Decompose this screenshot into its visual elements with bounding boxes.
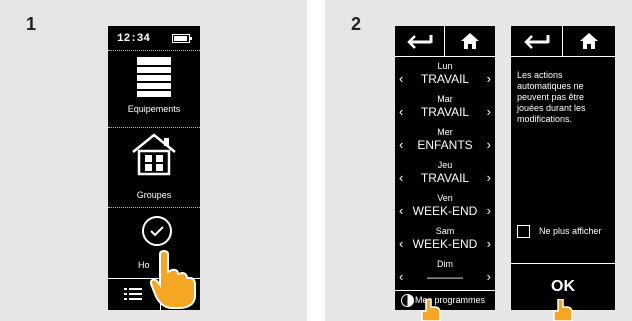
next-arrow-icon[interactable]: ›	[487, 170, 491, 185]
pointing-hand-icon	[150, 250, 196, 309]
list-menu-icon[interactable]	[124, 287, 142, 301]
equipements-item[interactable]: Equipements	[108, 51, 200, 125]
battery-icon	[172, 34, 192, 43]
day-label: Mer	[437, 127, 453, 137]
next-arrow-icon[interactable]: ›	[487, 203, 491, 218]
program-value: TRAVAIL	[420, 105, 470, 119]
program-value: TRAVAIL	[420, 171, 470, 185]
day-row-mar[interactable]: Mar ‹ TRAVAIL ›	[395, 92, 495, 125]
home-button[interactable]	[445, 26, 495, 56]
pointing-hand-icon	[421, 299, 441, 321]
day-label: Ven	[437, 193, 453, 203]
hide-checkbox-row[interactable]: Ne plus afficher	[517, 225, 615, 239]
pie-clock-icon	[401, 294, 414, 307]
schedule-screen: Lun ‹ TRAVAIL › Mar ‹ TRAVAIL › Mer ‹ EN…	[395, 26, 495, 310]
day-row-jeu[interactable]: Jeu ‹ TRAVAIL ›	[395, 158, 495, 191]
step-1-panel: 1 12:34 Equipements Groupes Ho	[0, 0, 307, 321]
check-circle-icon	[142, 216, 172, 246]
day-row-sam[interactable]: Sam ‹ WEEK-END ›	[395, 224, 495, 257]
program-value: WEEK-END	[412, 204, 478, 218]
program-value: TRAVAIL	[420, 72, 470, 86]
next-arrow-icon[interactable]: ›	[487, 269, 491, 284]
warning-message: Les actions automatiques ne peuvent pas …	[517, 70, 586, 124]
day-row-lun[interactable]: Lun ‹ TRAVAIL ›	[395, 59, 495, 92]
ok-button[interactable]: OK	[511, 278, 615, 296]
step-number: 1	[26, 14, 37, 34]
day-label: Lun	[437, 61, 453, 71]
house-icon	[132, 133, 176, 176]
groupes-item[interactable]: Groupes	[108, 128, 200, 206]
next-arrow-icon[interactable]: ›	[487, 104, 491, 119]
pointing-hand-icon	[553, 299, 573, 321]
groupes-label: Groupes	[136, 190, 172, 200]
program-value: ENFANTS	[417, 138, 473, 152]
next-arrow-icon[interactable]: ›	[487, 71, 491, 86]
step-number: 2	[351, 14, 362, 34]
back-arrow-icon	[524, 35, 550, 49]
horloge-label: Ho	[138, 260, 150, 270]
hide-checkbox-label: Ne plus afficher	[539, 226, 602, 236]
mes-programmes-button[interactable]: Mes programmes	[395, 291, 495, 310]
day-label: Mar	[437, 94, 453, 104]
day-label: Jeu	[437, 160, 453, 170]
home-icon	[580, 33, 598, 49]
home-icon	[461, 33, 479, 49]
day-label: Sam	[435, 226, 455, 236]
day-label: Dim	[437, 259, 453, 269]
divider	[511, 56, 615, 57]
clock: 12:34	[117, 33, 151, 45]
next-arrow-icon[interactable]: ›	[487, 236, 491, 251]
day-row-mer[interactable]: Mer ‹ ENFANTS ›	[395, 125, 495, 158]
day-row-dim[interactable]: Dim ‹ ——— ›	[395, 257, 495, 290]
home-button[interactable]	[563, 26, 615, 56]
step-2-panel: 2 Lun ‹ TRAVAIL › Mar ‹ TRAVAIL › Mer ‹ …	[325, 0, 632, 321]
program-value: ———	[427, 270, 463, 284]
back-button[interactable]	[511, 26, 562, 56]
divider	[511, 263, 615, 264]
next-arrow-icon[interactable]: ›	[487, 137, 491, 152]
back-arrow-icon	[407, 35, 433, 49]
divider	[395, 56, 495, 57]
blinds-icon	[137, 57, 171, 97]
day-row-ven[interactable]: Ven ‹ WEEK-END ›	[395, 191, 495, 224]
hide-checkbox[interactable]	[517, 225, 530, 238]
equipements-label: Equipements	[127, 104, 181, 114]
program-value: WEEK-END	[412, 237, 478, 251]
back-button[interactable]	[395, 26, 444, 56]
warning-screen: Les actions automatiques ne peuvent pas …	[511, 26, 615, 310]
